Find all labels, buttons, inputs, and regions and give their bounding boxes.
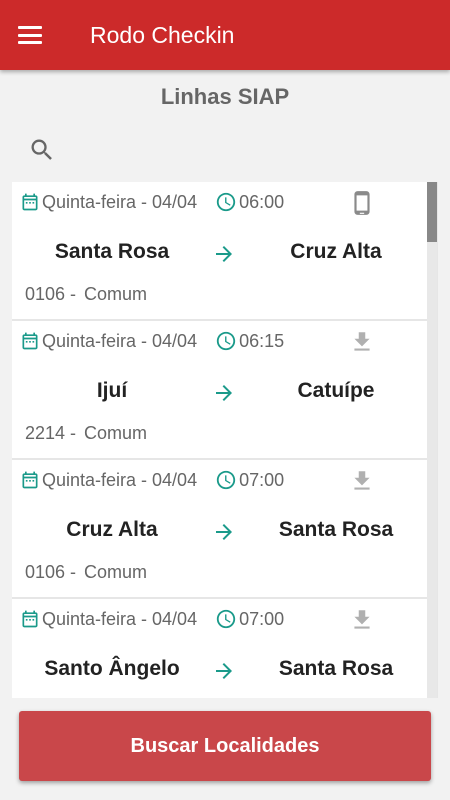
menu-button[interactable] xyxy=(0,0,60,70)
trip-destination: Catuípe xyxy=(297,379,375,402)
trip-destination: Cruz Alta xyxy=(290,240,382,263)
trip-card[interactable]: Quinta-feira - 04/04 07:00 Cruz Alta San… xyxy=(12,460,436,597)
trip-time: 06:00 xyxy=(239,191,285,212)
trip-type: Comum xyxy=(84,562,148,582)
trip-card[interactable]: Quinta-feira - 04/04 06:00 Santa Rosa Cr… xyxy=(12,182,436,319)
arrow-right-icon xyxy=(216,524,232,540)
trip-code: 2214 - xyxy=(25,423,77,443)
list-scrollbar[interactable] xyxy=(427,182,437,698)
search-locations-button[interactable]: Buscar Localidades xyxy=(19,711,431,781)
trip-code: 0106 - xyxy=(25,562,77,582)
trip-date: Quinta-feira - 04/04 xyxy=(42,608,198,629)
download-icon[interactable] xyxy=(348,327,376,357)
arrow-right-icon xyxy=(216,663,232,679)
app-title: Rodo Checkin xyxy=(90,21,235,48)
trip-date: Quinta-feira - 04/04 xyxy=(42,191,198,212)
trip-time: 06:15 xyxy=(239,330,285,351)
trip-time: 07:00 xyxy=(239,469,285,490)
clock-icon xyxy=(216,331,236,351)
trip-origin: Cruz Alta xyxy=(66,518,158,541)
clock-icon xyxy=(216,470,236,490)
hamburger-icon xyxy=(18,26,42,44)
trip-type: Comum xyxy=(84,284,148,304)
trip-code: 0106 - xyxy=(25,284,77,304)
trip-type: Comum xyxy=(84,423,148,443)
clock-icon xyxy=(216,609,236,629)
app-bar: Rodo Checkin xyxy=(0,0,450,70)
trip-date: Quinta-feira - 04/04 xyxy=(42,469,198,490)
page-title: Linhas SIAP xyxy=(160,84,290,109)
clock-icon xyxy=(216,192,236,212)
calendar-icon xyxy=(22,193,38,211)
download-icon[interactable] xyxy=(348,466,376,496)
trip-origin: Santo Ângelo xyxy=(44,657,180,680)
calendar-icon xyxy=(22,471,38,489)
arrow-right-icon xyxy=(216,385,232,401)
trip-destination: Santa Rosa xyxy=(278,657,394,680)
trip-card[interactable]: Quinta-feira - 04/04 07:00 Santo Ângelo … xyxy=(12,599,436,698)
search-icon[interactable] xyxy=(28,136,56,164)
calendar-icon xyxy=(22,332,38,350)
trip-card[interactable]: Quinta-feira - 04/04 06:15 Ijuí Catuípe … xyxy=(12,321,436,458)
download-icon[interactable] xyxy=(348,605,376,635)
phone-icon[interactable] xyxy=(348,188,376,218)
calendar-icon xyxy=(22,610,38,628)
scrollbar-thumb[interactable] xyxy=(427,182,437,242)
trip-destination: Santa Rosa xyxy=(278,518,394,541)
trip-origin: Santa Rosa xyxy=(54,240,170,263)
trip-origin: Ijuí xyxy=(96,379,128,402)
trip-date: Quinta-feira - 04/04 xyxy=(42,330,198,351)
trip-time: 07:00 xyxy=(239,608,285,629)
trip-list[interactable]: Quinta-feira - 04/04 06:00 Santa Rosa Cr… xyxy=(12,182,438,698)
arrow-right-icon xyxy=(216,246,232,262)
